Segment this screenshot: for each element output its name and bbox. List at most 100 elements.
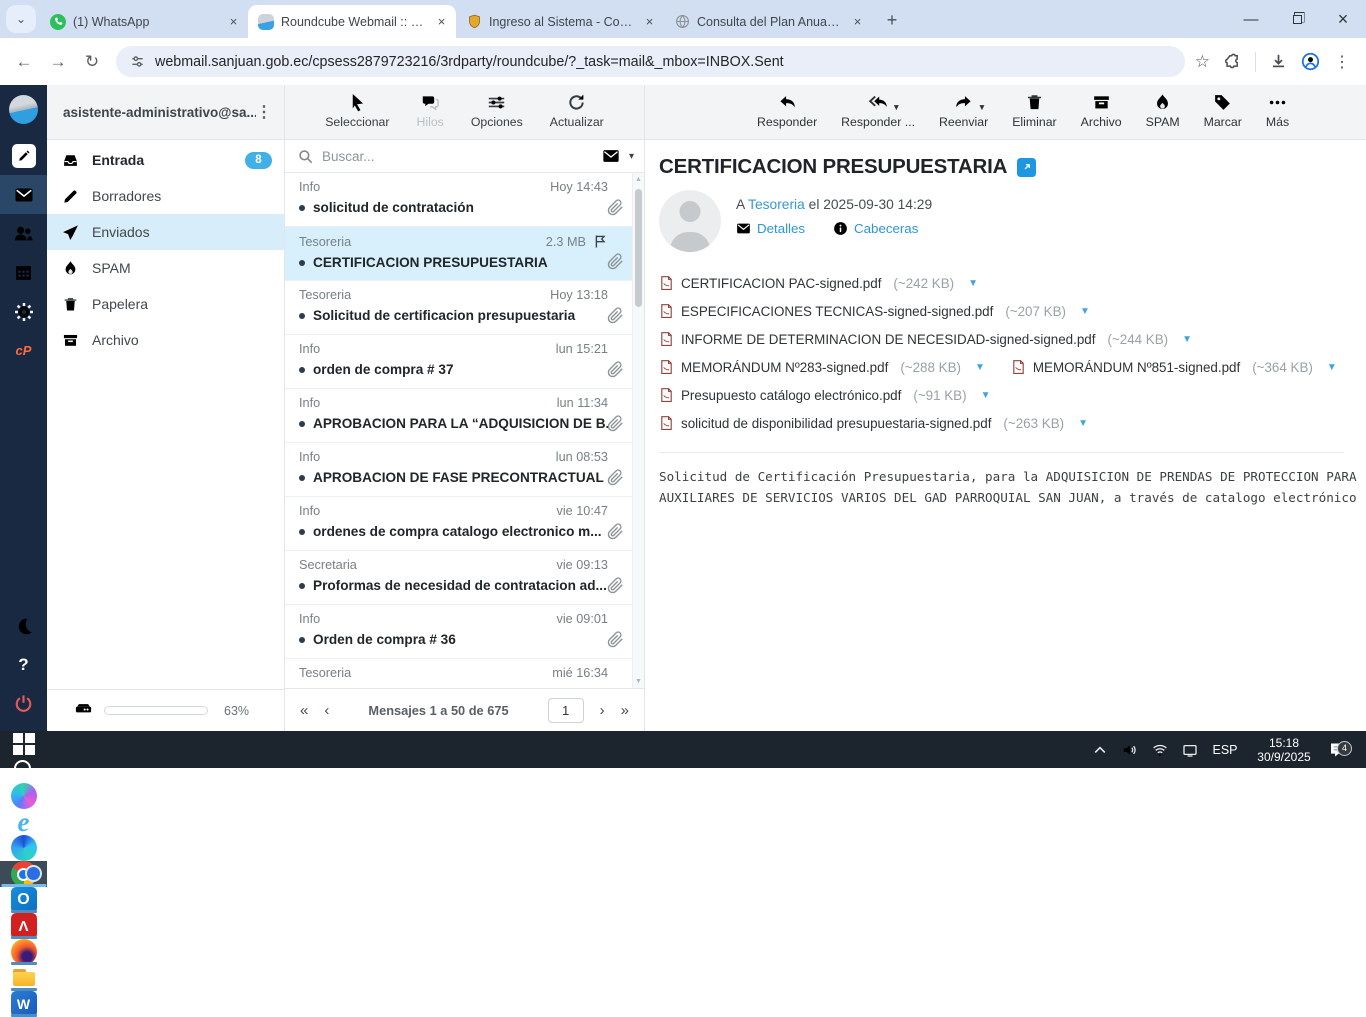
folder-item[interactable]: Archivo	[47, 322, 284, 358]
taskbar-app-button[interactable]	[0, 939, 47, 965]
taskbar-app-button[interactable]	[0, 913, 47, 939]
attachment-menu-caret-icon[interactable]: ▼	[1078, 418, 1088, 429]
account-header[interactable]: asistente-administrativo@sa... ⋮	[47, 85, 284, 140]
mail-toolbar-button[interactable]: ▼ Reenviar	[939, 93, 988, 139]
message-row[interactable]: Tesoreria 2.3 MB CERTIFICACION PRESUPUES…	[285, 227, 632, 281]
list-scrollbar[interactable]: ▲ ▼	[632, 173, 644, 688]
attachment-name[interactable]: INFORME DE DETERMINACION DE NECESIDAD-si…	[681, 332, 1095, 347]
clock[interactable]: 15:18 30/9/2025	[1253, 736, 1315, 764]
attachment-file[interactable]: solicitud de disponibilidad presupuestar…	[659, 415, 1088, 431]
taskbar-app-button[interactable]	[0, 861, 47, 887]
dark-mode-button[interactable]	[0, 606, 47, 645]
account-menu-icon[interactable]: ⋮	[256, 102, 272, 122]
browser-tab[interactable]: Ingreso al Sistema - Compras P ×	[456, 5, 664, 38]
folder-item[interactable]: Borradores	[47, 178, 284, 214]
mail-toolbar-button[interactable]: Marcar	[1204, 93, 1242, 139]
mail-toolbar-button[interactable]: ▼ Responder ...	[841, 93, 915, 139]
window-minimize-button[interactable]: —	[1228, 0, 1274, 38]
calendar-nav-button[interactable]	[0, 253, 47, 292]
page-number-input[interactable]	[548, 698, 584, 723]
taskbar-app-button[interactable]	[0, 991, 47, 1017]
details-link[interactable]: Detalles	[736, 221, 805, 236]
search-input[interactable]	[322, 149, 593, 164]
attachment-file[interactable]: ESPECIFICACIONES TECNICAS-signed-signed.…	[659, 303, 1090, 319]
scroll-up-icon[interactable]: ▲	[633, 176, 644, 183]
dropdown-caret-icon[interactable]: ▼	[892, 102, 900, 112]
browser-tab[interactable]: (1) WhatsApp ×	[40, 5, 248, 38]
folder-item[interactable]: Enviados	[47, 214, 284, 250]
tab-close-icon[interactable]: ×	[433, 13, 450, 30]
bookmark-star-icon[interactable]: ☆	[1195, 52, 1210, 72]
mail-toolbar-button[interactable]: Eliminar	[1012, 93, 1056, 139]
mail-toolbar-button[interactable]: SPAM	[1146, 93, 1180, 139]
first-page-icon[interactable]: «	[300, 702, 308, 719]
logout-button[interactable]	[0, 684, 47, 723]
message-row[interactable]: Tesoreria mié 16:34	[285, 659, 632, 688]
attachment-name[interactable]: CERTIFICACION PAC-signed.pdf	[681, 276, 881, 291]
attachment-file[interactable]: INFORME DE DETERMINACION DE NECESIDAD-si…	[659, 331, 1192, 347]
message-row[interactable]: Info vie 10:47 ordenes de compra catalog…	[285, 497, 632, 551]
open-in-new-window-icon[interactable]	[1017, 158, 1036, 177]
tab-close-icon[interactable]: ×	[225, 13, 242, 30]
dropdown-caret-icon[interactable]: ▼	[978, 102, 986, 112]
message-row[interactable]: Info Hoy 14:43 solicitud de contratación	[285, 173, 632, 227]
attachment-menu-caret-icon[interactable]: ▼	[968, 278, 978, 289]
message-row[interactable]: Info lun 08:53 APROBACION DE FASE PRECON…	[285, 443, 632, 497]
taskbar-app-button[interactable]	[0, 731, 47, 757]
window-restore-button[interactable]	[1274, 0, 1320, 38]
select-button[interactable]: Seleccionar	[325, 93, 389, 139]
attachment-menu-caret-icon[interactable]: ▼	[1080, 306, 1090, 317]
attachment-name[interactable]: ESPECIFICACIONES TECNICAS-signed-signed.…	[681, 304, 993, 319]
attachment-file[interactable]: CERTIFICACION PAC-signed.pdf (~242 KB) ▼	[659, 275, 978, 291]
attachment-name[interactable]: Presupuesto catálogo electrónico.pdf	[681, 388, 901, 403]
settings-nav-button[interactable]	[0, 292, 47, 331]
attachment-file[interactable]: Presupuesto catálogo electrónico.pdf (~9…	[659, 387, 990, 403]
attachment-menu-caret-icon[interactable]: ▼	[1327, 362, 1337, 373]
mail-toolbar-button[interactable]: Más	[1266, 93, 1289, 139]
language-indicator[interactable]: ESP	[1205, 743, 1245, 757]
options-button[interactable]: Opciones	[471, 93, 523, 139]
taskbar-app-button[interactable]	[0, 887, 47, 913]
message-row[interactable]: Tesoreria Hoy 13:18 Solicitud de certifi…	[285, 281, 632, 335]
threads-button[interactable]: Hilos	[416, 93, 443, 139]
scroll-down-icon[interactable]: ▼	[633, 678, 644, 685]
address-bar[interactable]: webmail.sanjuan.gob.ec/cpsess2879723216/…	[116, 46, 1185, 77]
reload-button[interactable]: ↻	[76, 46, 108, 78]
new-tab-button[interactable]: +	[878, 6, 906, 34]
window-close-button[interactable]: ×	[1320, 0, 1366, 38]
search-icon[interactable]	[298, 149, 313, 164]
browser-tab[interactable]: Roundcube Webmail :: Enviados ×	[248, 5, 456, 38]
taskbar-app-button[interactable]	[0, 809, 47, 835]
folder-item[interactable]: Entrada 8	[47, 142, 284, 178]
help-button[interactable]: ?	[0, 645, 47, 684]
prev-page-icon[interactable]: ‹	[324, 702, 329, 719]
attachment-file[interactable]: MEMORÁNDUM Nº283-signed.pdf (~288 KB) ▼	[659, 359, 985, 375]
attachment-name[interactable]: MEMORÁNDUM Nº283-signed.pdf	[681, 360, 888, 375]
last-page-icon[interactable]: »	[621, 702, 629, 719]
folder-item[interactable]: Papelera	[47, 286, 284, 322]
taskbar-app-button[interactable]	[0, 757, 47, 783]
notification-center-icon[interactable]: 4	[1323, 741, 1353, 759]
extensions-puzzle-icon[interactable]	[1224, 53, 1241, 70]
back-button[interactable]: ←	[8, 46, 40, 78]
scrollbar-thumb[interactable]	[635, 189, 642, 307]
attachment-name[interactable]: solicitud de disponibilidad presupuestar…	[681, 416, 991, 431]
message-row[interactable]: Info lun 15:21 orden de compra # 37	[285, 335, 632, 389]
cast-screen-icon[interactable]	[1175, 742, 1205, 758]
search-scope-caret-icon[interactable]: ▾	[629, 151, 634, 162]
attachment-menu-caret-icon[interactable]: ▼	[975, 362, 985, 373]
recipient-link[interactable]: Tesoreria	[748, 197, 805, 212]
message-row[interactable]: Info lun 11:34 APROBACION PARA LA “ADQUI…	[285, 389, 632, 443]
mail-toolbar-button[interactable]: Archivo	[1081, 93, 1122, 139]
headers-link[interactable]: Cabeceras	[833, 221, 918, 236]
cpanel-button[interactable]: cP	[0, 331, 47, 370]
wifi-icon[interactable]	[1145, 742, 1175, 758]
site-settings-icon[interactable]	[130, 54, 145, 69]
profile-avatar-icon[interactable]	[1301, 52, 1320, 71]
attachment-file[interactable]: MEMORÁNDUM Nº851-signed.pdf (~364 KB) ▼	[1011, 359, 1337, 375]
compose-button[interactable]	[0, 136, 47, 175]
tab-close-icon[interactable]: ×	[641, 13, 658, 30]
volume-icon[interactable]	[1115, 742, 1145, 758]
taskbar-app-button[interactable]	[0, 965, 47, 991]
next-page-icon[interactable]: ›	[600, 702, 605, 719]
